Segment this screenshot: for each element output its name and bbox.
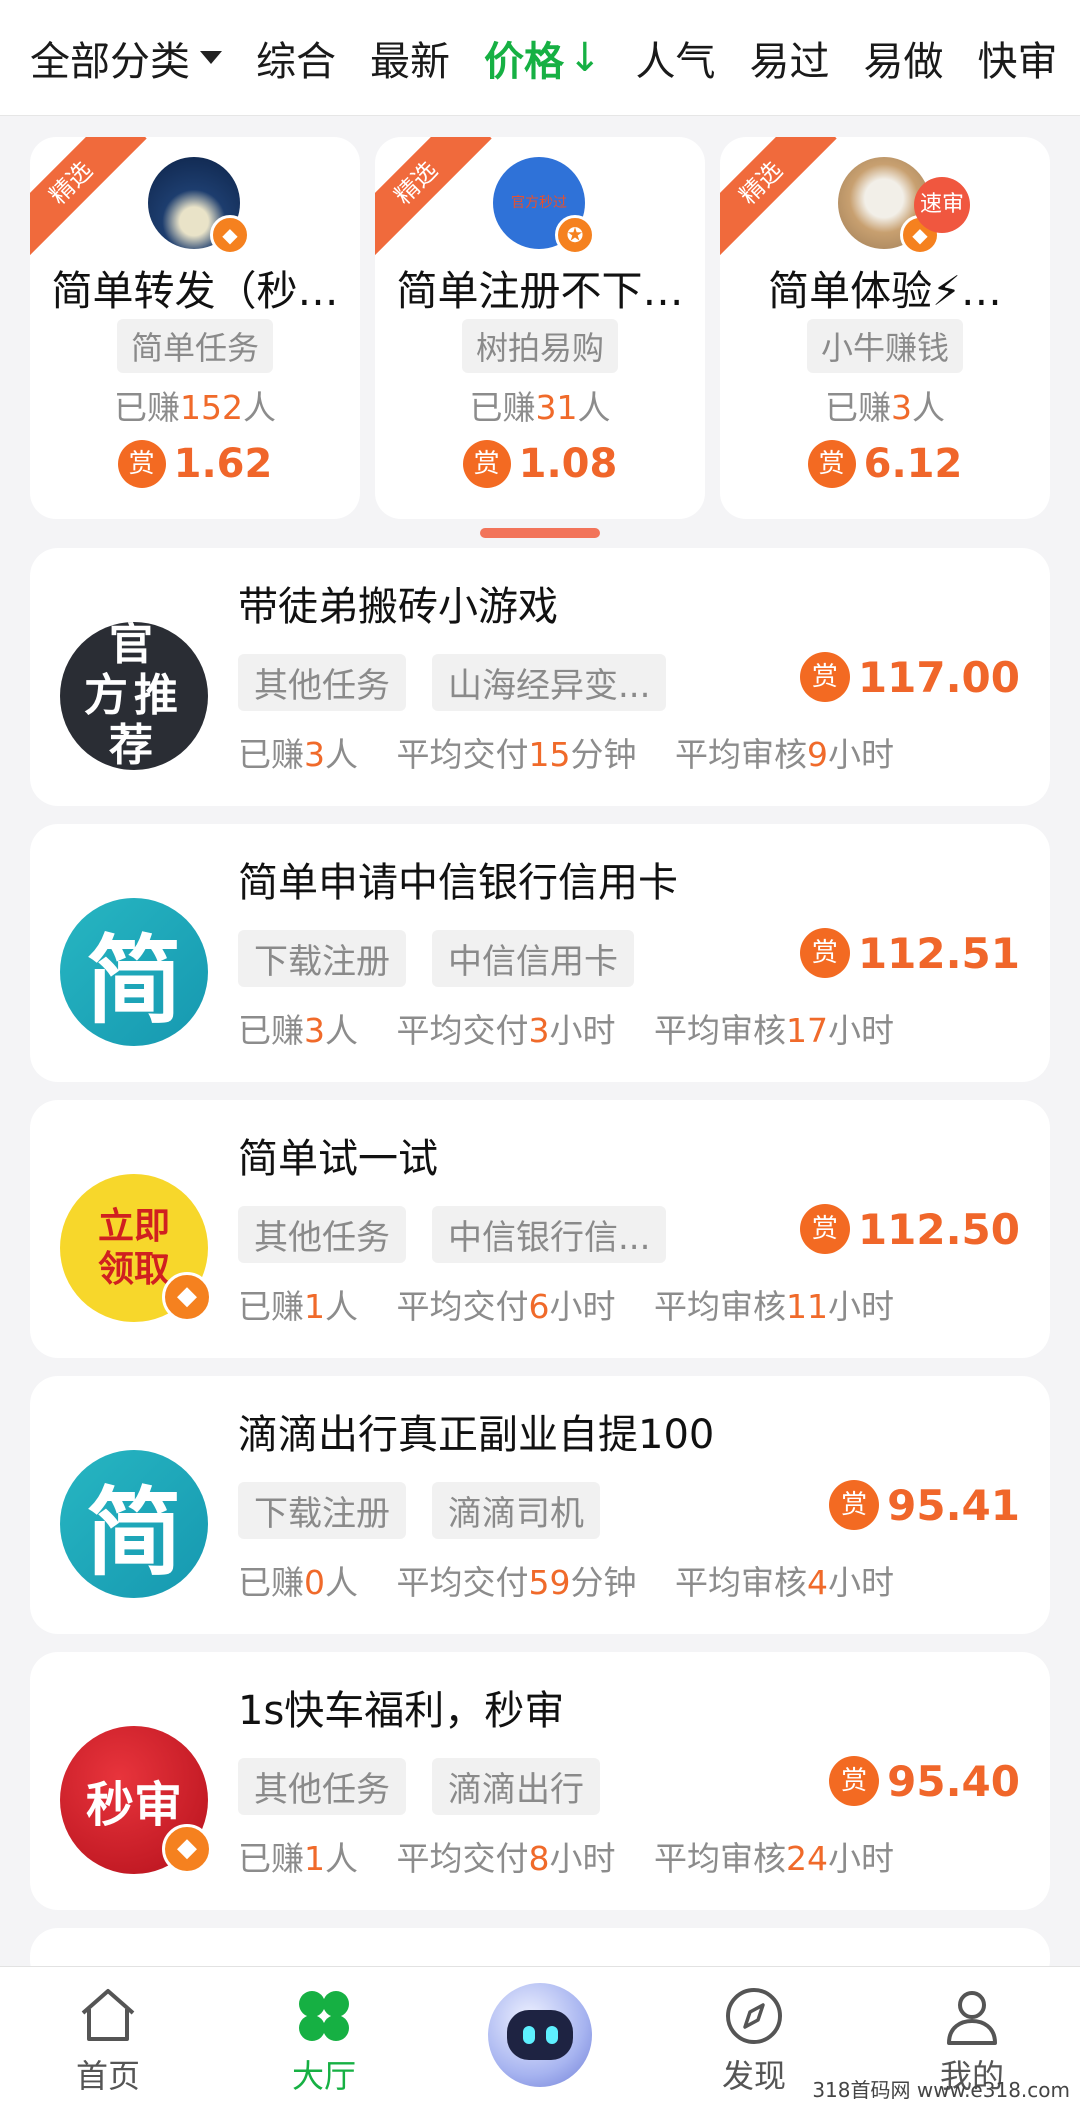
compass-icon <box>726 1988 782 2044</box>
featured-title: 简单体验⚡… <box>768 267 1002 315</box>
featured-tag: 小牛赚钱 <box>806 319 964 373</box>
tab-popularity[interactable]: 人气 <box>636 29 716 87</box>
featured-card[interactable]: 精选 官方秒过 ✪ 简单注册不下… 树拍易购 已赚31人 赏 1.08 <box>375 137 705 519</box>
reward-icon: 赏 <box>117 440 166 488</box>
reward-icon: 赏 <box>829 1480 880 1530</box>
all-categories-label: 全部分类 <box>30 38 190 85</box>
task-card[interactable]: 秒审 ◆ 1s快车福利，秒审 其他任务 滴滴出行 已赚1人 平均交付8小时 平均… <box>30 1652 1050 1910</box>
tab-home-label: 首页 <box>75 2057 140 2095</box>
tab-comprehensive[interactable]: 综合 <box>256 29 336 87</box>
caret-down-icon <box>200 51 222 64</box>
task-tag: 下载注册 <box>238 1482 406 1539</box>
home-icon <box>81 1989 135 2041</box>
task-tag: 其他任务 <box>238 654 406 711</box>
all-categories-dropdown[interactable]: 全部分类 <box>30 29 222 87</box>
user-icon <box>947 1991 997 2045</box>
diamond-badge-icon: ◆ <box>162 1824 212 1874</box>
task-stats: 已赚1人 平均交付8小时 平均审核24小时 <box>238 1839 894 1878</box>
featured-tag: 树拍易购 <box>461 319 619 373</box>
sort-down-icon: ↓ <box>568 34 602 81</box>
task-card[interactable]: 官 方推 荐 带徒弟搬砖小游戏 其他任务 山海经异变... 已赚3人 平均交付1… <box>30 548 1050 806</box>
fast-review-badge: 速审 <box>914 177 970 233</box>
task-tags: 其他任务 山海经异变... <box>238 654 692 711</box>
tab-price-label: 价格 <box>484 38 564 85</box>
tab-latest[interactable]: 最新 <box>370 29 450 87</box>
featured-title: 简单转发（秒… <box>51 267 339 315</box>
reward-icon: 赏 <box>829 1756 880 1806</box>
task-reward: 赏 117.00 <box>799 652 1020 702</box>
task-reward: 赏 95.40 <box>829 1756 1020 1806</box>
tab-easy-pass[interactable]: 易过 <box>750 29 830 87</box>
task-tag: 山海经异变... <box>432 654 667 711</box>
task-title: 简单试一试 <box>238 1136 438 1182</box>
task-stats: 已赚1人 平均交付6小时 平均审核11小时 <box>238 1287 894 1326</box>
task-title: 1s快车福利，秒审 <box>238 1688 565 1734</box>
medal-badge-icon: ✪ <box>555 215 595 255</box>
task-stats: 已赚0人 平均交付59分钟 平均审核4小时 <box>238 1563 894 1602</box>
featured-tag: 简单任务 <box>116 319 274 373</box>
task-title: 带徒弟搬砖小游戏 <box>238 584 558 630</box>
task-title: 简单申请中信银行信用卡 <box>238 860 678 906</box>
carousel-indicator <box>480 528 600 538</box>
diamond-badge-icon: ◆ <box>162 1272 212 1322</box>
earned-count: 已赚152人 <box>114 388 276 427</box>
task-tags: 下载注册 中信信用卡 <box>238 930 660 987</box>
reward-amount: 赏 1.62 <box>30 440 360 488</box>
task-reward: 赏 112.50 <box>799 1204 1020 1254</box>
reward-amount: 赏 6.12 <box>720 440 1050 488</box>
reward-icon: 赏 <box>807 440 856 488</box>
task-card[interactable]: 简 简单申请中信银行信用卡 下载注册 中信信用卡 已赚3人 平均交付3小时 平均… <box>30 824 1050 1082</box>
reward-icon: 赏 <box>799 1204 850 1254</box>
selected-ribbon: 精选 <box>720 137 837 259</box>
earned-count: 已赚31人 <box>469 388 611 427</box>
jian-app-logo: 简 <box>60 898 208 1046</box>
task-tag: 中信信用卡 <box>432 930 634 987</box>
reward-icon: 赏 <box>462 440 511 488</box>
jian-app-logo: 简 <box>60 1450 208 1598</box>
task-card[interactable]: 立即领取 ◆ 简单试一试 其他任务 中信银行信... 已赚1人 平均交付6小时 … <box>30 1100 1050 1358</box>
task-stats: 已赚3人 平均交付15分钟 平均审核9小时 <box>238 735 894 774</box>
selected-ribbon: 精选 <box>30 137 147 259</box>
tab-discover-label: 发现 <box>721 2057 786 2095</box>
tab-hall-label: 大厅 <box>291 2057 356 2095</box>
tab-fast-review[interactable]: 快审 <box>978 29 1058 87</box>
reward-amount: 赏 1.08 <box>375 440 705 488</box>
tab-price[interactable]: 价格 ↓ <box>484 29 602 87</box>
task-tags: 其他任务 中信银行信... <box>238 1206 692 1263</box>
reward-icon: 赏 <box>799 652 850 702</box>
official-recommend-logo: 官 方推 荐 <box>60 622 208 770</box>
task-tag: 下载注册 <box>238 930 406 987</box>
earned-count: 已赚3人 <box>825 388 945 427</box>
robot-assistant-button[interactable] <box>488 1983 592 2087</box>
featured-title: 简单注册不下… <box>396 267 684 315</box>
task-tag: 滴滴出行 <box>432 1758 600 1815</box>
watermark: 318首码网 www.e318.com <box>812 2078 1070 2102</box>
task-tags: 其他任务 滴滴出行 <box>238 1758 626 1815</box>
task-card[interactable]: 简 滴滴出行真正副业自提100 下载注册 滴滴司机 已赚0人 平均交付59分钟 … <box>30 1376 1050 1634</box>
task-stats: 已赚3人 平均交付3小时 平均审核17小时 <box>238 1011 894 1050</box>
tab-discover[interactable]: 发现 <box>674 1967 834 2107</box>
robot-face-icon <box>507 2010 573 2060</box>
task-reward: 赏 112.51 <box>799 928 1020 978</box>
featured-carousel: 精选 ◆ 简单转发（秒… 简单任务 已赚152人 赏 1.62 精选 官方秒过 … <box>30 137 1050 519</box>
diamond-badge-icon: ◆ <box>210 215 250 255</box>
clover-icon <box>299 1991 349 2041</box>
task-tags: 下载注册 滴滴司机 <box>238 1482 626 1539</box>
bottom-tab-bar: 首页 大厅 发现 我的 318首码网 www.e318.com <box>0 1966 1080 2107</box>
featured-card[interactable]: 精选 ◆ 速审 简单体验⚡… 小牛赚钱 已赚3人 赏 6.12 <box>720 137 1050 519</box>
task-tag: 中信银行信... <box>432 1206 667 1263</box>
task-reward: 赏 95.41 <box>829 1480 1020 1530</box>
task-tag: 其他任务 <box>238 1206 406 1263</box>
tab-easy-do[interactable]: 易做 <box>864 29 944 87</box>
selected-ribbon: 精选 <box>375 137 492 259</box>
task-tag: 滴滴司机 <box>432 1482 600 1539</box>
tab-hall[interactable]: 大厅 <box>244 1967 404 2107</box>
task-tag: 其他任务 <box>238 1758 406 1815</box>
reward-icon: 赏 <box>799 928 850 978</box>
task-title: 滴滴出行真正副业自提100 <box>238 1412 715 1458</box>
tab-home[interactable]: 首页 <box>28 1967 188 2107</box>
filter-bar: 全部分类 综合 最新 价格 ↓ 人气 易过 易做 快审 <box>0 0 1080 116</box>
featured-card[interactable]: 精选 ◆ 简单转发（秒… 简单任务 已赚152人 赏 1.62 <box>30 137 360 519</box>
